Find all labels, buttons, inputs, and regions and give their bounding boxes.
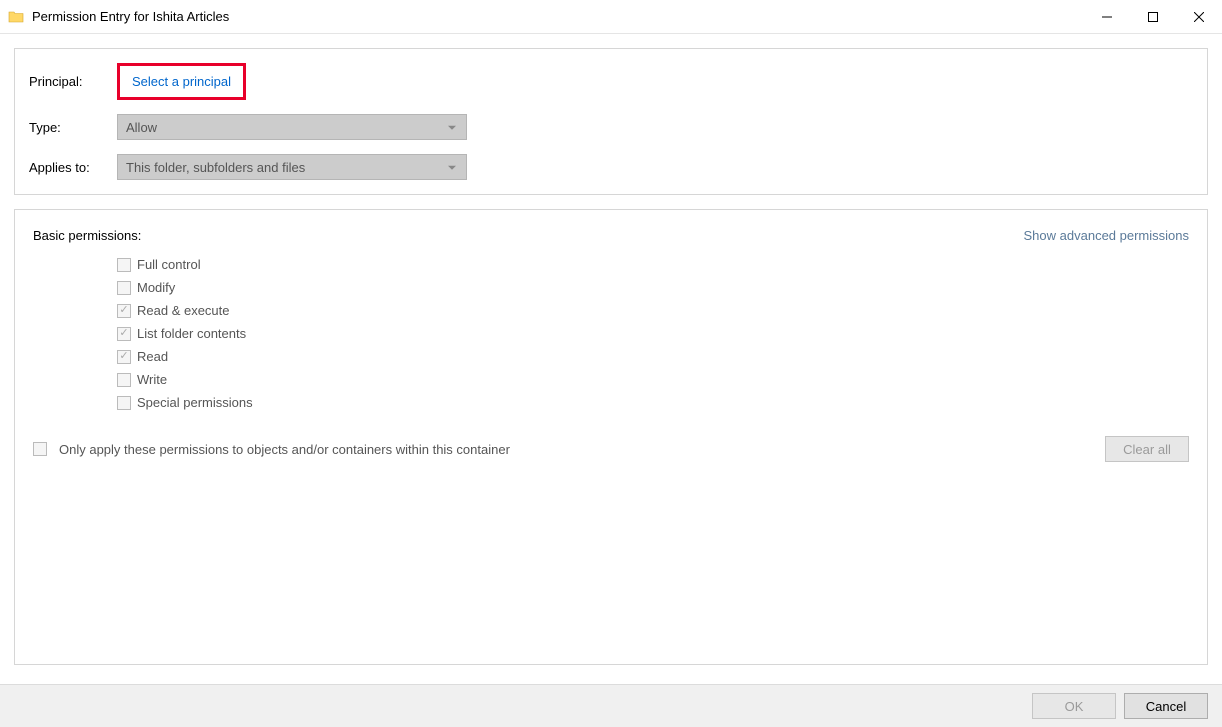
checkbox[interactable] — [117, 350, 131, 364]
window-title: Permission Entry for Ishita Articles — [32, 9, 229, 24]
checkbox[interactable] — [117, 304, 131, 318]
perm-write[interactable]: Write — [117, 372, 1189, 387]
permissions-list: Full control Modify Read & execute List … — [117, 257, 1189, 410]
dialog-footer: OK Cancel — [0, 684, 1222, 727]
type-row: Type: Allow — [29, 114, 1193, 140]
applies-row: Applies to: This folder, subfolders and … — [29, 154, 1193, 180]
perm-special[interactable]: Special permissions — [117, 395, 1189, 410]
principal-row: Principal: Select a principal — [29, 63, 1193, 100]
minimize-button[interactable] — [1084, 0, 1130, 33]
clear-all-button[interactable]: Clear all — [1105, 436, 1189, 462]
apply-only-check[interactable]: Only apply these permissions to objects … — [33, 442, 510, 457]
perm-read[interactable]: Read — [117, 349, 1189, 364]
perm-label: Write — [137, 372, 167, 387]
perm-label: Modify — [137, 280, 175, 295]
principal-label: Principal: — [29, 74, 117, 89]
applies-value: This folder, subfolders and files — [126, 160, 305, 175]
apply-row: Only apply these permissions to objects … — [33, 436, 1189, 462]
close-button[interactable] — [1176, 0, 1222, 33]
content-area: Principal: Select a principal Type: Allo… — [0, 34, 1222, 684]
perm-label: Full control — [137, 257, 201, 272]
window-controls — [1084, 0, 1222, 33]
checkbox[interactable] — [117, 258, 131, 272]
perm-label: Special permissions — [137, 395, 253, 410]
highlight-box: Select a principal — [117, 63, 246, 100]
type-label: Type: — [29, 120, 117, 135]
checkbox[interactable] — [33, 442, 47, 456]
cancel-button[interactable]: Cancel — [1124, 693, 1208, 719]
perm-modify[interactable]: Modify — [117, 280, 1189, 295]
applies-label: Applies to: — [29, 160, 117, 175]
select-principal-link[interactable]: Select a principal — [122, 68, 241, 95]
checkbox[interactable] — [117, 327, 131, 341]
checkbox[interactable] — [117, 396, 131, 410]
checkbox[interactable] — [117, 281, 131, 295]
title-bar: Permission Entry for Ishita Articles — [0, 0, 1222, 34]
permissions-title: Basic permissions: — [33, 228, 141, 243]
applies-dropdown[interactable]: This folder, subfolders and files — [117, 154, 467, 180]
perm-read-execute[interactable]: Read & execute — [117, 303, 1189, 318]
permissions-header: Basic permissions: Show advanced permiss… — [33, 228, 1189, 243]
perm-label: Read & execute — [137, 303, 230, 318]
type-value: Allow — [126, 120, 157, 135]
perm-full-control[interactable]: Full control — [117, 257, 1189, 272]
perm-label: List folder contents — [137, 326, 246, 341]
principal-group: Principal: Select a principal Type: Allo… — [14, 48, 1208, 195]
perm-list-folder[interactable]: List folder contents — [117, 326, 1189, 341]
show-advanced-link[interactable]: Show advanced permissions — [1024, 228, 1189, 243]
perm-label: Read — [137, 349, 168, 364]
maximize-button[interactable] — [1130, 0, 1176, 33]
folder-icon — [8, 9, 24, 25]
checkbox[interactable] — [117, 373, 131, 387]
apply-only-label: Only apply these permissions to objects … — [59, 442, 510, 457]
ok-button[interactable]: OK — [1032, 693, 1116, 719]
type-dropdown[interactable]: Allow — [117, 114, 467, 140]
permissions-group: Basic permissions: Show advanced permiss… — [14, 209, 1208, 665]
